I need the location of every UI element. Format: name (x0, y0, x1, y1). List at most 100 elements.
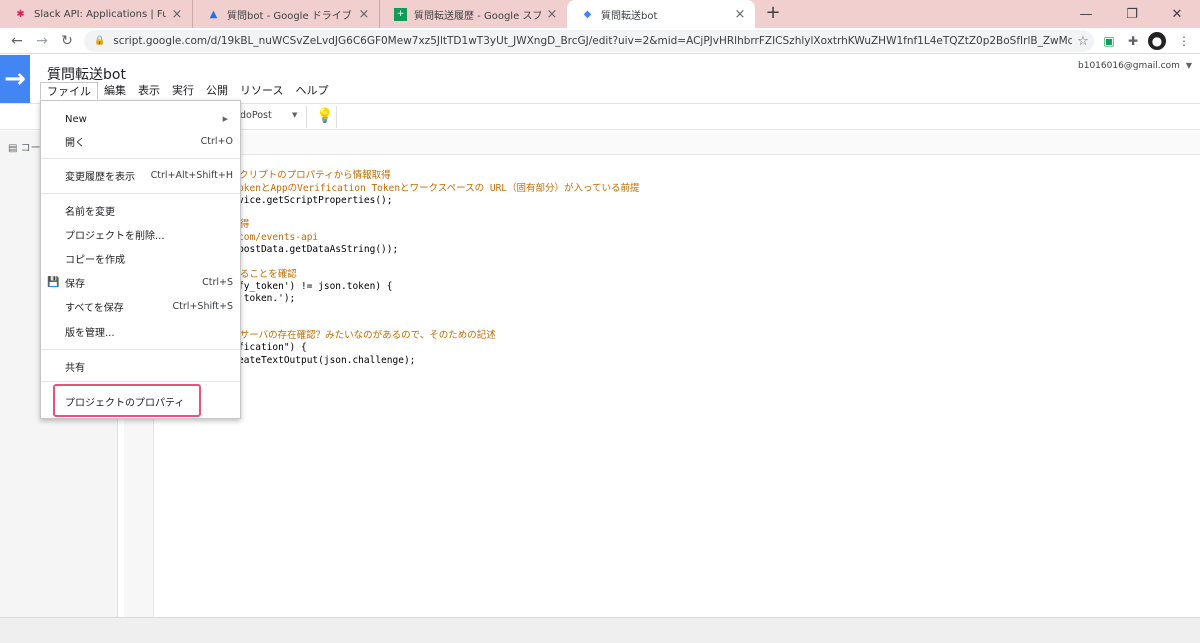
menu-item-label: 共有 (65, 362, 85, 374)
code-editor[interactable]: t(e) {トのプロパティ>スクリプトのプロパティから情報取得OAuth Acc… (158, 158, 1198, 367)
menu-item-share[interactable]: 共有 (41, 355, 240, 377)
account-menu[interactable]: b1016016@gmail.com ▼ (1078, 61, 1192, 71)
code-line: tentService.createTextOutput(json.challe… (158, 354, 416, 366)
menu-edit[interactable]: 編集 (98, 82, 132, 100)
tab-title: 質問bot - Google ドライブ (227, 10, 352, 22)
menu-item-label: 名前を変更 (65, 206, 115, 218)
apps-script-icon: ◆ (583, 8, 592, 20)
forward-button[interactable]: → (32, 31, 52, 51)
code-line: s://api.slack.com/events-api (158, 232, 1198, 244)
extension-icon[interactable]: ▣ (1100, 32, 1118, 50)
menu-divider (41, 158, 240, 159)
menu-item-manage-versions[interactable]: 版を管理... (41, 320, 240, 342)
browser-tab-strip: ✱ Slack API: Applications | FunLock × ▲ … (0, 0, 1200, 28)
lightbulb-icon[interactable]: 💡 (316, 108, 333, 124)
profile-avatar[interactable]: ● (1148, 32, 1166, 50)
menu-resources[interactable]: リソース (234, 82, 289, 100)
menu-item-rename[interactable]: 名前を変更 (41, 199, 240, 221)
toolbar-divider (336, 106, 337, 128)
extensions-puzzle-icon[interactable]: ✚ (1124, 32, 1142, 50)
tab-spreadsheet[interactable]: + 質問転送履歴 - Google スプレッドシ × (380, 0, 567, 28)
highlight-box (53, 384, 201, 417)
menu-run[interactable]: 実行 (166, 82, 200, 100)
menu-item-shortcut: Ctrl+Alt+Shift+H (150, 169, 233, 181)
menu-item-new[interactable]: New ▶ (41, 108, 240, 130)
code-line: Iからの POSTを取得 (158, 219, 1198, 231)
menu-publish[interactable]: 公開 (200, 82, 234, 100)
menu-item-open[interactable]: 開く Ctrl+O (41, 130, 240, 152)
project-title[interactable]: 質問転送bot (47, 64, 126, 84)
menu-view[interactable]: 表示 (132, 82, 166, 100)
menu-help[interactable]: ヘルプ (289, 82, 334, 100)
tab-title: 質問転送bot (601, 10, 658, 22)
menu-item-history[interactable]: 変更履歴を表示 Ctrl+Alt+Shift+H (41, 164, 240, 186)
close-icon[interactable]: × (170, 7, 184, 22)
apps-script-logo[interactable]: → (0, 55, 30, 103)
minimize-button[interactable]: — (1063, 0, 1109, 28)
menu-divider (41, 193, 240, 194)
menu-divider (41, 349, 240, 350)
address-bar[interactable]: 🔒 script.google.com/d/19kBL_nuWCSvZeLvdJ… (84, 30, 1094, 52)
code-line: Error('invalid token.'); (158, 293, 296, 305)
menu-item-shortcut: Ctrl+O (200, 135, 233, 147)
function-select[interactable]: doPost (240, 110, 272, 121)
back-button[interactable]: ← (7, 31, 27, 51)
code-line: t(e) { (158, 158, 1198, 170)
file-menu-dropdown: New ▶ 開く Ctrl+O 変更履歴を表示 Ctrl+Alt+Shift+H… (40, 100, 241, 419)
menu-item-label: 開く (65, 137, 85, 149)
file-icon: ▤ (8, 143, 18, 154)
reload-button[interactable]: ↻ (57, 31, 77, 51)
menu-item-label: すべてを保存 (65, 302, 124, 314)
url-text: script.google.com/d/19kBL_nuWCSvZeLvdJG6… (113, 35, 1072, 47)
menu-item-delete-project[interactable]: プロジェクトを削除... (41, 223, 240, 245)
code-line: Property('verify_token') != json.token) … (158, 280, 393, 292)
menu-bar: ファイル 編集 表示 実行 公開 リソース ヘルプ (40, 82, 334, 100)
bookmark-star-icon[interactable]: ☆ (1072, 34, 1094, 49)
menu-item-label: New (65, 113, 87, 125)
google-sheets-icon: + (394, 7, 407, 21)
close-icon[interactable]: × (545, 7, 559, 22)
code-line: Iを使用する初回、サーバの存在確認？みたいなのがあるので、そのための記述 (158, 330, 496, 342)
menu-item-label: 版を管理... (65, 327, 115, 339)
menu-divider (41, 381, 240, 382)
menu-file[interactable]: ファイル (40, 82, 98, 100)
kebab-menu-icon[interactable]: ⋮ (1175, 32, 1193, 50)
status-bar (0, 617, 1200, 643)
menu-item-shortcut: Ctrl+Shift+S (172, 300, 233, 312)
dropdown-caret-icon[interactable]: ▼ (292, 111, 297, 119)
code-line: JSON.parse(e.postData.getDataAsString())… (158, 244, 399, 256)
close-icon[interactable]: × (357, 7, 371, 22)
close-icon[interactable]: × (733, 7, 747, 22)
tab-slack-api[interactable]: ✱ Slack API: Applications | FunLock × (0, 0, 193, 28)
menu-item-make-copy[interactable]: コピーを作成 (41, 247, 240, 269)
account-email: b1016016@gmail.com (1078, 61, 1180, 71)
menu-item-save-all[interactable]: すべてを保存 Ctrl+Shift+S (41, 295, 240, 317)
slack-icon: ✱ (16, 8, 25, 20)
editor-tab-bar (118, 131, 1200, 155)
lock-icon[interactable]: 🔒 (94, 36, 105, 46)
tab-google-drive[interactable]: ▲ 質問bot - Google ドライブ × (193, 0, 380, 28)
maximize-button[interactable]: ❐ (1109, 0, 1155, 28)
menu-item-label: 変更履歴を表示 (65, 171, 135, 183)
close-window-button[interactable]: ✕ (1154, 0, 1200, 28)
tab-title: Slack API: Applications | FunLock (34, 8, 166, 20)
new-tab-button[interactable]: + (763, 3, 783, 23)
menu-item-shortcut: Ctrl+S (202, 276, 233, 288)
menu-item-label: プロジェクトを削除... (65, 230, 165, 242)
chevron-down-icon: ▼ (1185, 61, 1193, 70)
menu-item-label: 保存 (65, 278, 85, 290)
code-line: OAuth Access TokenとAppのVerification Toke… (158, 182, 640, 194)
google-drive-icon: ▲ (209, 8, 218, 20)
code-line: e == "url_verification") { (158, 342, 307, 354)
toolbar-divider (306, 106, 307, 128)
code-line: PropertiesService.getScriptProperties(); (158, 194, 393, 206)
tab-script-editor[interactable]: ◆ 質問転送bot × (567, 0, 755, 28)
browser-toolbar: ← → ↻ 🔒 script.google.com/d/19kBL_nuWCSv… (0, 28, 1200, 54)
code-line: トのプロパティ>スクリプトのプロパティから情報取得 (158, 170, 391, 182)
menu-item-save[interactable]: 💾 保存 Ctrl+S (41, 271, 240, 293)
save-disk-icon: 💾 (47, 276, 60, 288)
